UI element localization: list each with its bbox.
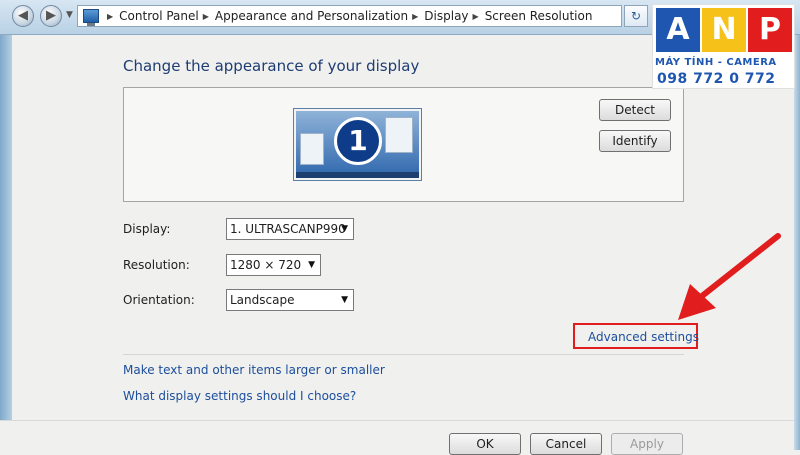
monitor-1-thumbnail[interactable]: 1 bbox=[294, 109, 421, 180]
red-pointer-arrow-icon bbox=[678, 233, 781, 320]
anp-logo: A N P MÁY TÍNH - CAMERA 098 772 0 772 bbox=[652, 4, 795, 89]
display-select[interactable]: 1. ULTRASCANP990 ▼ bbox=[226, 218, 354, 240]
orientation-label: Orientation: bbox=[123, 293, 195, 307]
dropdown-arrow-icon: ▼ bbox=[341, 295, 348, 305]
dropdown-arrow-icon: ▼ bbox=[341, 224, 348, 234]
orientation-select[interactable]: Landscape ▼ bbox=[226, 289, 354, 311]
forward-arrow-icon: ▶ bbox=[46, 8, 56, 23]
text-size-link[interactable]: Make text and other items larger or smal… bbox=[123, 363, 385, 377]
refresh-button[interactable]: ↻ bbox=[624, 5, 648, 27]
breadcrumb-appearance[interactable]: Appearance and Personalization bbox=[215, 9, 408, 23]
preview-window-right bbox=[385, 117, 413, 153]
resolution-select-value: 1280 × 720 bbox=[230, 258, 302, 272]
logo-phone: 098 772 0 772 bbox=[657, 71, 776, 87]
dropdown-arrow-icon: ▼ bbox=[308, 260, 315, 270]
forward-button[interactable]: ▶ bbox=[40, 5, 62, 27]
resolution-label: Resolution: bbox=[123, 258, 190, 272]
breadcrumb-chevron-icon[interactable]: ▶ bbox=[203, 12, 209, 21]
orientation-select-value: Landscape bbox=[230, 293, 295, 307]
preview-taskbar bbox=[296, 172, 419, 178]
breadcrumb-screen-resolution[interactable]: Screen Resolution bbox=[485, 9, 593, 23]
advanced-settings-link[interactable]: Advanced settings bbox=[588, 330, 699, 344]
refresh-icon: ↻ bbox=[630, 9, 642, 23]
cancel-button[interactable]: Cancel bbox=[530, 433, 602, 455]
logo-tagline: MÁY TÍNH - CAMERA bbox=[655, 57, 777, 68]
address-bar[interactable]: ▶ Control Panel ▶ Appearance and Persona… bbox=[77, 5, 622, 27]
detect-button[interactable]: Detect bbox=[599, 99, 671, 121]
logo-letter-p: P bbox=[748, 8, 792, 52]
control-panel-icon bbox=[83, 9, 99, 26]
monitor-number-badge: 1 bbox=[334, 117, 382, 165]
window-border-left bbox=[0, 0, 12, 450]
resolution-select[interactable]: 1280 × 720 ▼ bbox=[226, 254, 321, 276]
display-select-value: 1. ULTRASCANP990 bbox=[230, 222, 346, 236]
apply-button[interactable]: Apply bbox=[611, 433, 683, 455]
logo-letter-n: N bbox=[702, 8, 746, 52]
breadcrumb-chevron-icon[interactable]: ▶ bbox=[412, 12, 418, 21]
ok-button[interactable]: OK bbox=[449, 433, 521, 455]
history-dropdown-icon[interactable]: ▼ bbox=[66, 10, 73, 20]
identify-button[interactable]: Identify bbox=[599, 130, 671, 152]
back-button[interactable]: ◀ bbox=[12, 5, 34, 27]
section-divider bbox=[123, 354, 684, 355]
preview-window-left bbox=[300, 133, 324, 165]
back-arrow-icon: ◀ bbox=[18, 8, 28, 23]
display-label: Display: bbox=[123, 222, 171, 236]
page-title: Change the appearance of your display bbox=[123, 57, 420, 75]
breadcrumb-display[interactable]: Display bbox=[424, 9, 468, 23]
breadcrumb-chevron-icon[interactable]: ▶ bbox=[107, 12, 113, 21]
breadcrumb-chevron-icon[interactable]: ▶ bbox=[473, 12, 479, 21]
dialog-footer: OK Cancel Apply bbox=[0, 420, 794, 455]
display-help-link[interactable]: What display settings should I choose? bbox=[123, 389, 356, 403]
logo-letter-a: A bbox=[656, 8, 700, 52]
breadcrumb-control-panel[interactable]: Control Panel bbox=[119, 9, 199, 23]
display-preview-area: 1 Detect Identify bbox=[123, 87, 684, 202]
